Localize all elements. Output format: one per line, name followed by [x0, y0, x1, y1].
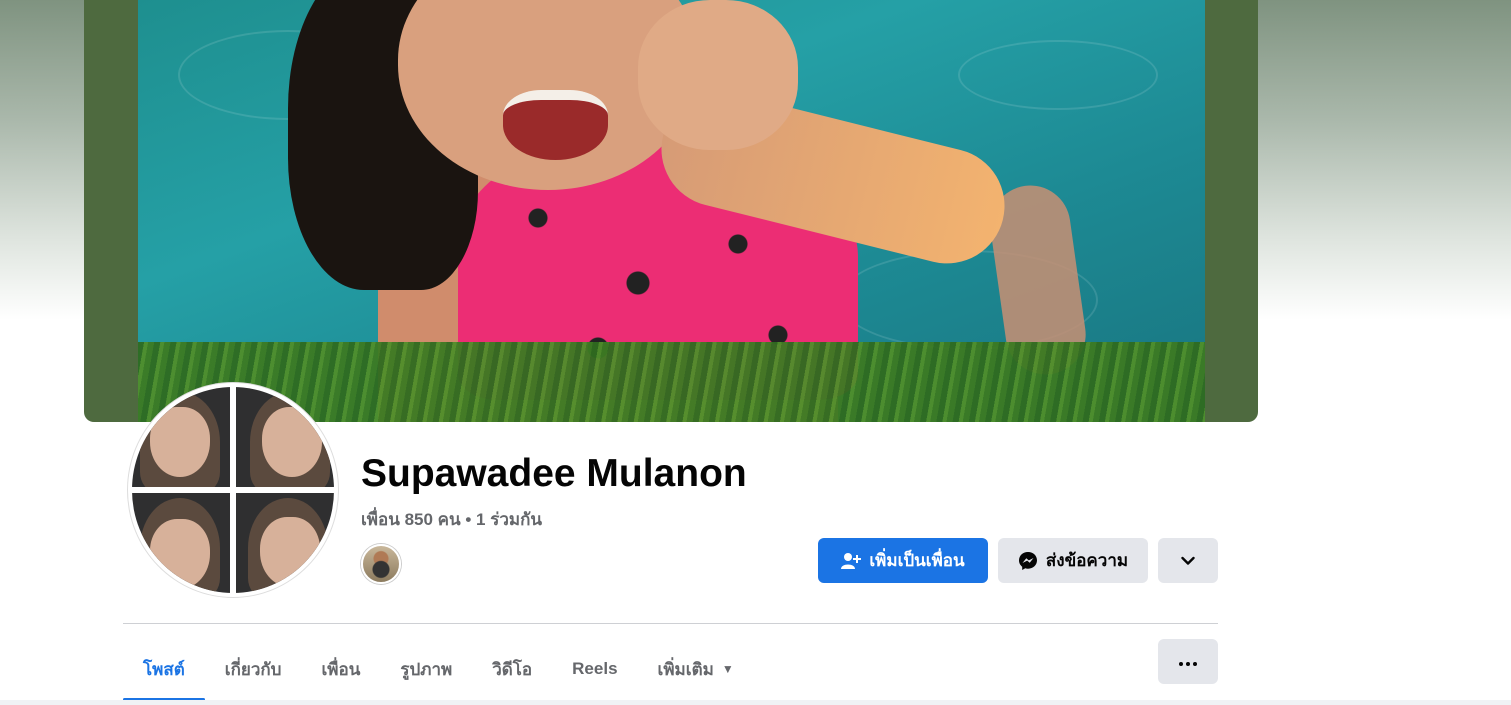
- add-friend-label: เพิ่มเป็นเพื่อน: [869, 551, 965, 570]
- profile-photo-tile: [236, 493, 334, 593]
- message-button[interactable]: ส่งข้อความ: [998, 538, 1148, 583]
- profile-picture[interactable]: [128, 383, 338, 597]
- add-friend-button[interactable]: เพิ่มเป็นเพื่อน: [818, 538, 988, 583]
- profile-photo-tile: [132, 387, 230, 487]
- messenger-icon: [1018, 551, 1038, 571]
- tab-more[interactable]: เพิ่มเติม ▼: [638, 638, 754, 700]
- add-friend-icon: [841, 552, 862, 570]
- caret-down-icon: ▼: [721, 662, 734, 676]
- message-label: ส่งข้อความ: [1045, 551, 1129, 570]
- chevron-down-icon: [1181, 556, 1195, 566]
- header-divider: [123, 623, 1218, 624]
- profile-photo-tile: [132, 493, 230, 593]
- tab-posts[interactable]: โพสต์: [123, 638, 205, 701]
- ellipsis-icon: [1179, 653, 1197, 671]
- cover-photo[interactable]: [138, 0, 1205, 422]
- tab-videos[interactable]: วิดีโอ: [472, 638, 552, 700]
- tab-photos[interactable]: รูปภาพ: [380, 638, 472, 700]
- tabs-overflow-button[interactable]: [1158, 639, 1218, 684]
- cover-photo-frame[interactable]: [84, 0, 1258, 422]
- tab-about[interactable]: เกี่ยวกับ: [205, 638, 302, 700]
- tab-friends[interactable]: เพื่อน: [301, 638, 380, 700]
- profile-name: Supawadee Mulanon: [361, 452, 747, 495]
- profile-tabs: โพสต์ เกี่ยวกับ เพื่อน รูปภาพ วิดีโอ Ree…: [123, 638, 754, 701]
- profile-options-button[interactable]: [1158, 538, 1218, 583]
- mutual-friend-avatar[interactable]: [361, 544, 401, 584]
- friend-count-link[interactable]: เพื่อน 850 คน • 1 ร่วมกัน: [361, 506, 542, 533]
- content-area-edge: [0, 700, 1511, 705]
- tab-reels[interactable]: Reels: [552, 638, 637, 700]
- profile-picture-collage: [132, 387, 334, 593]
- profile-photo-tile: [236, 387, 334, 487]
